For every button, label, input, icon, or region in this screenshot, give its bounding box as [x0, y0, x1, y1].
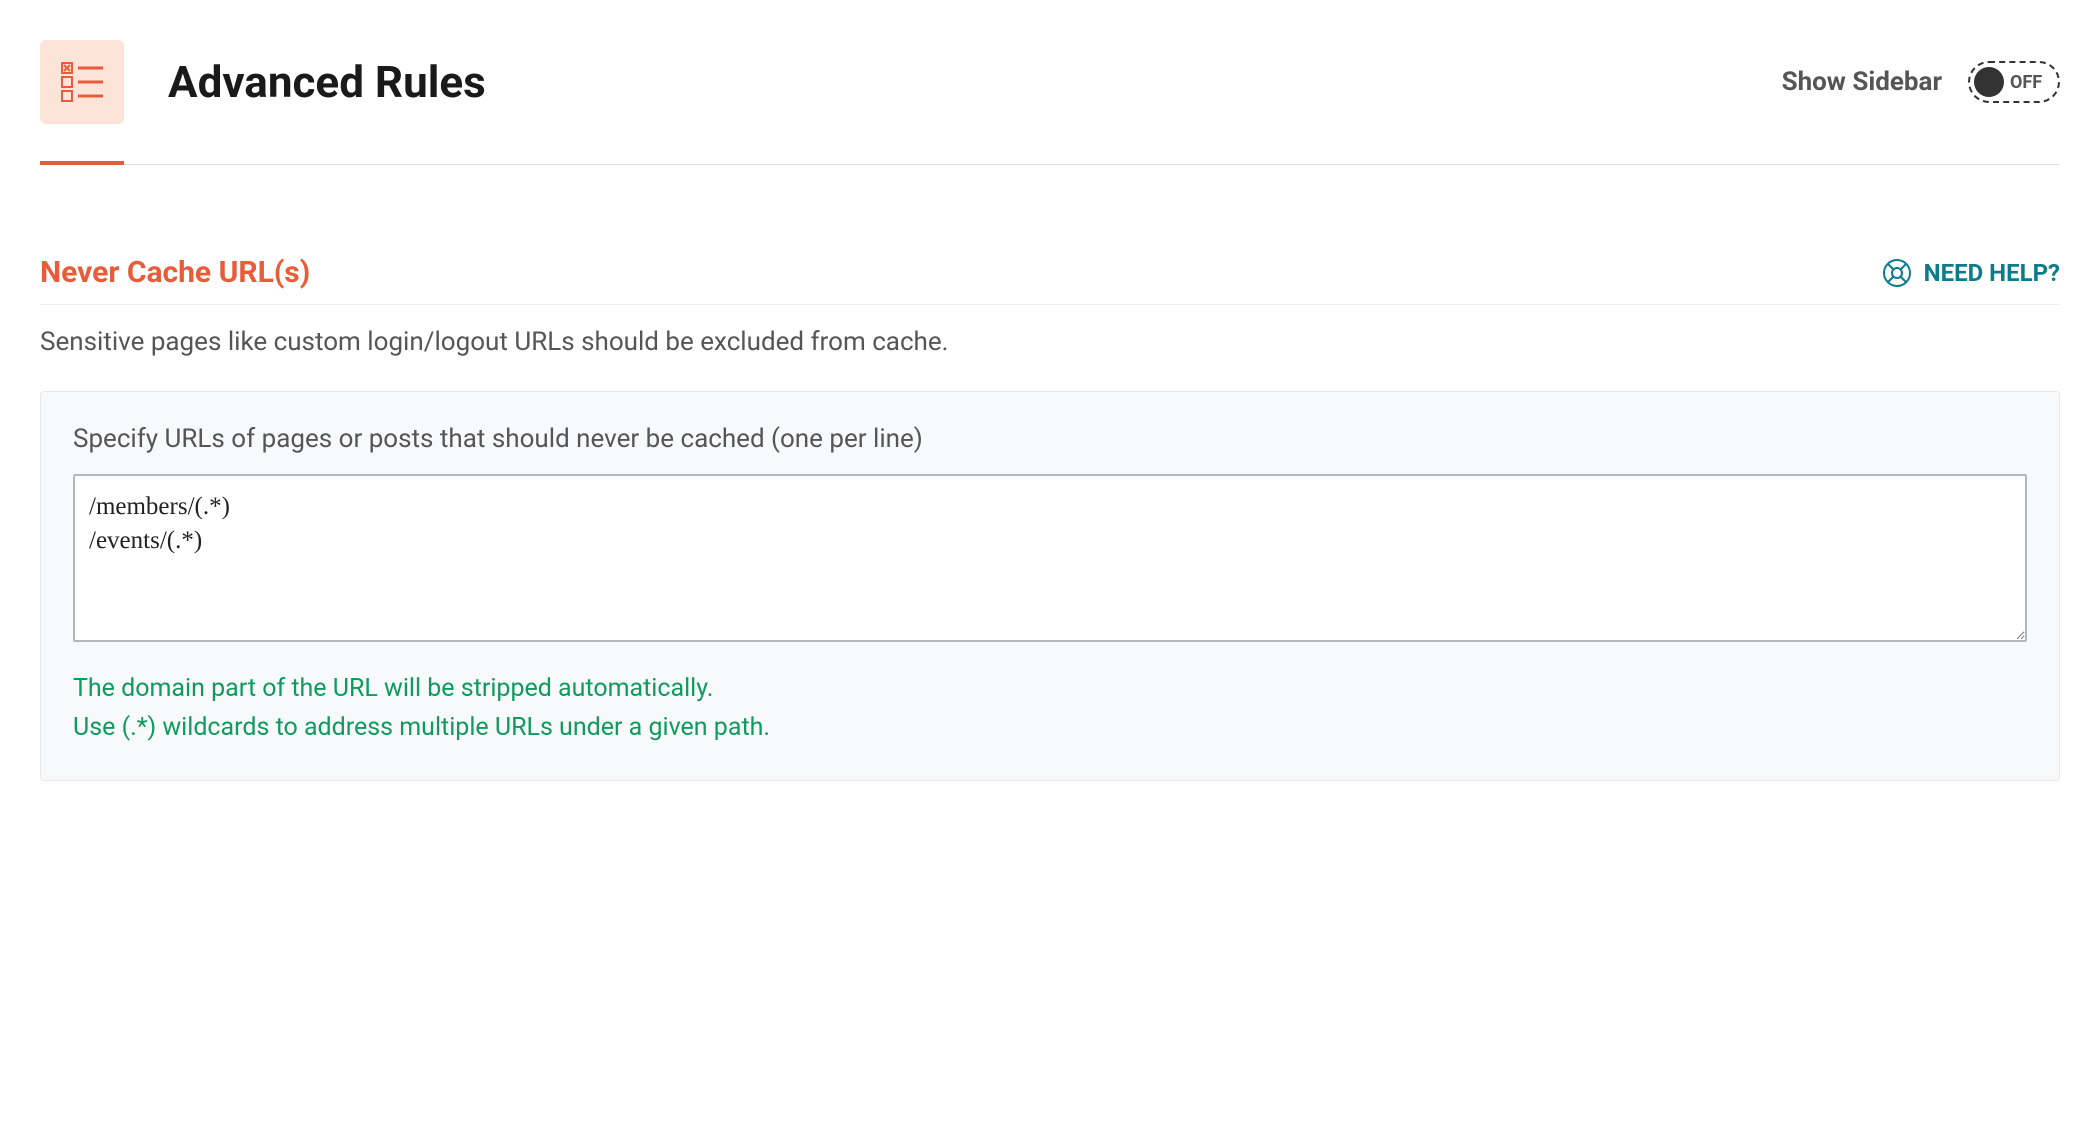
page-header: Advanced Rules Show Sidebar OFF — [40, 40, 2060, 164]
hint-line-2: Use (.*) wildcards to address multiple U… — [73, 709, 2027, 748]
header-right: Show Sidebar OFF — [1782, 61, 2060, 103]
section-header: Never Cache URL(s) NEED HELP? — [40, 255, 2060, 305]
list-rules-icon — [59, 59, 105, 105]
never-cache-field-box: Specify URLs of pages or posts that shou… — [40, 391, 2060, 781]
toggle-state-text: OFF — [2010, 72, 2042, 93]
lifebuoy-icon — [1882, 258, 1912, 288]
need-help-label: NEED HELP? — [1924, 259, 2060, 287]
section-description: Sensitive pages like custom login/logout… — [40, 327, 2060, 357]
page-title: Advanced Rules — [168, 56, 486, 108]
need-help-link[interactable]: NEED HELP? — [1882, 258, 2060, 288]
toggle-knob — [1974, 67, 2004, 97]
never-cache-urls-input[interactable] — [73, 474, 2027, 642]
sidebar-toggle[interactable]: OFF — [1968, 61, 2060, 103]
never-cache-field-label: Specify URLs of pages or posts that shou… — [73, 424, 2027, 454]
hint-line-1: The domain part of the URL will be strip… — [73, 670, 2027, 709]
page-icon-box — [40, 40, 124, 124]
header-left: Advanced Rules — [40, 40, 486, 124]
section-title: Never Cache URL(s) — [40, 255, 310, 290]
sidebar-toggle-label: Show Sidebar — [1782, 67, 1942, 97]
tab-underline — [40, 164, 2060, 165]
field-hint: The domain part of the URL will be strip… — [73, 670, 2027, 748]
